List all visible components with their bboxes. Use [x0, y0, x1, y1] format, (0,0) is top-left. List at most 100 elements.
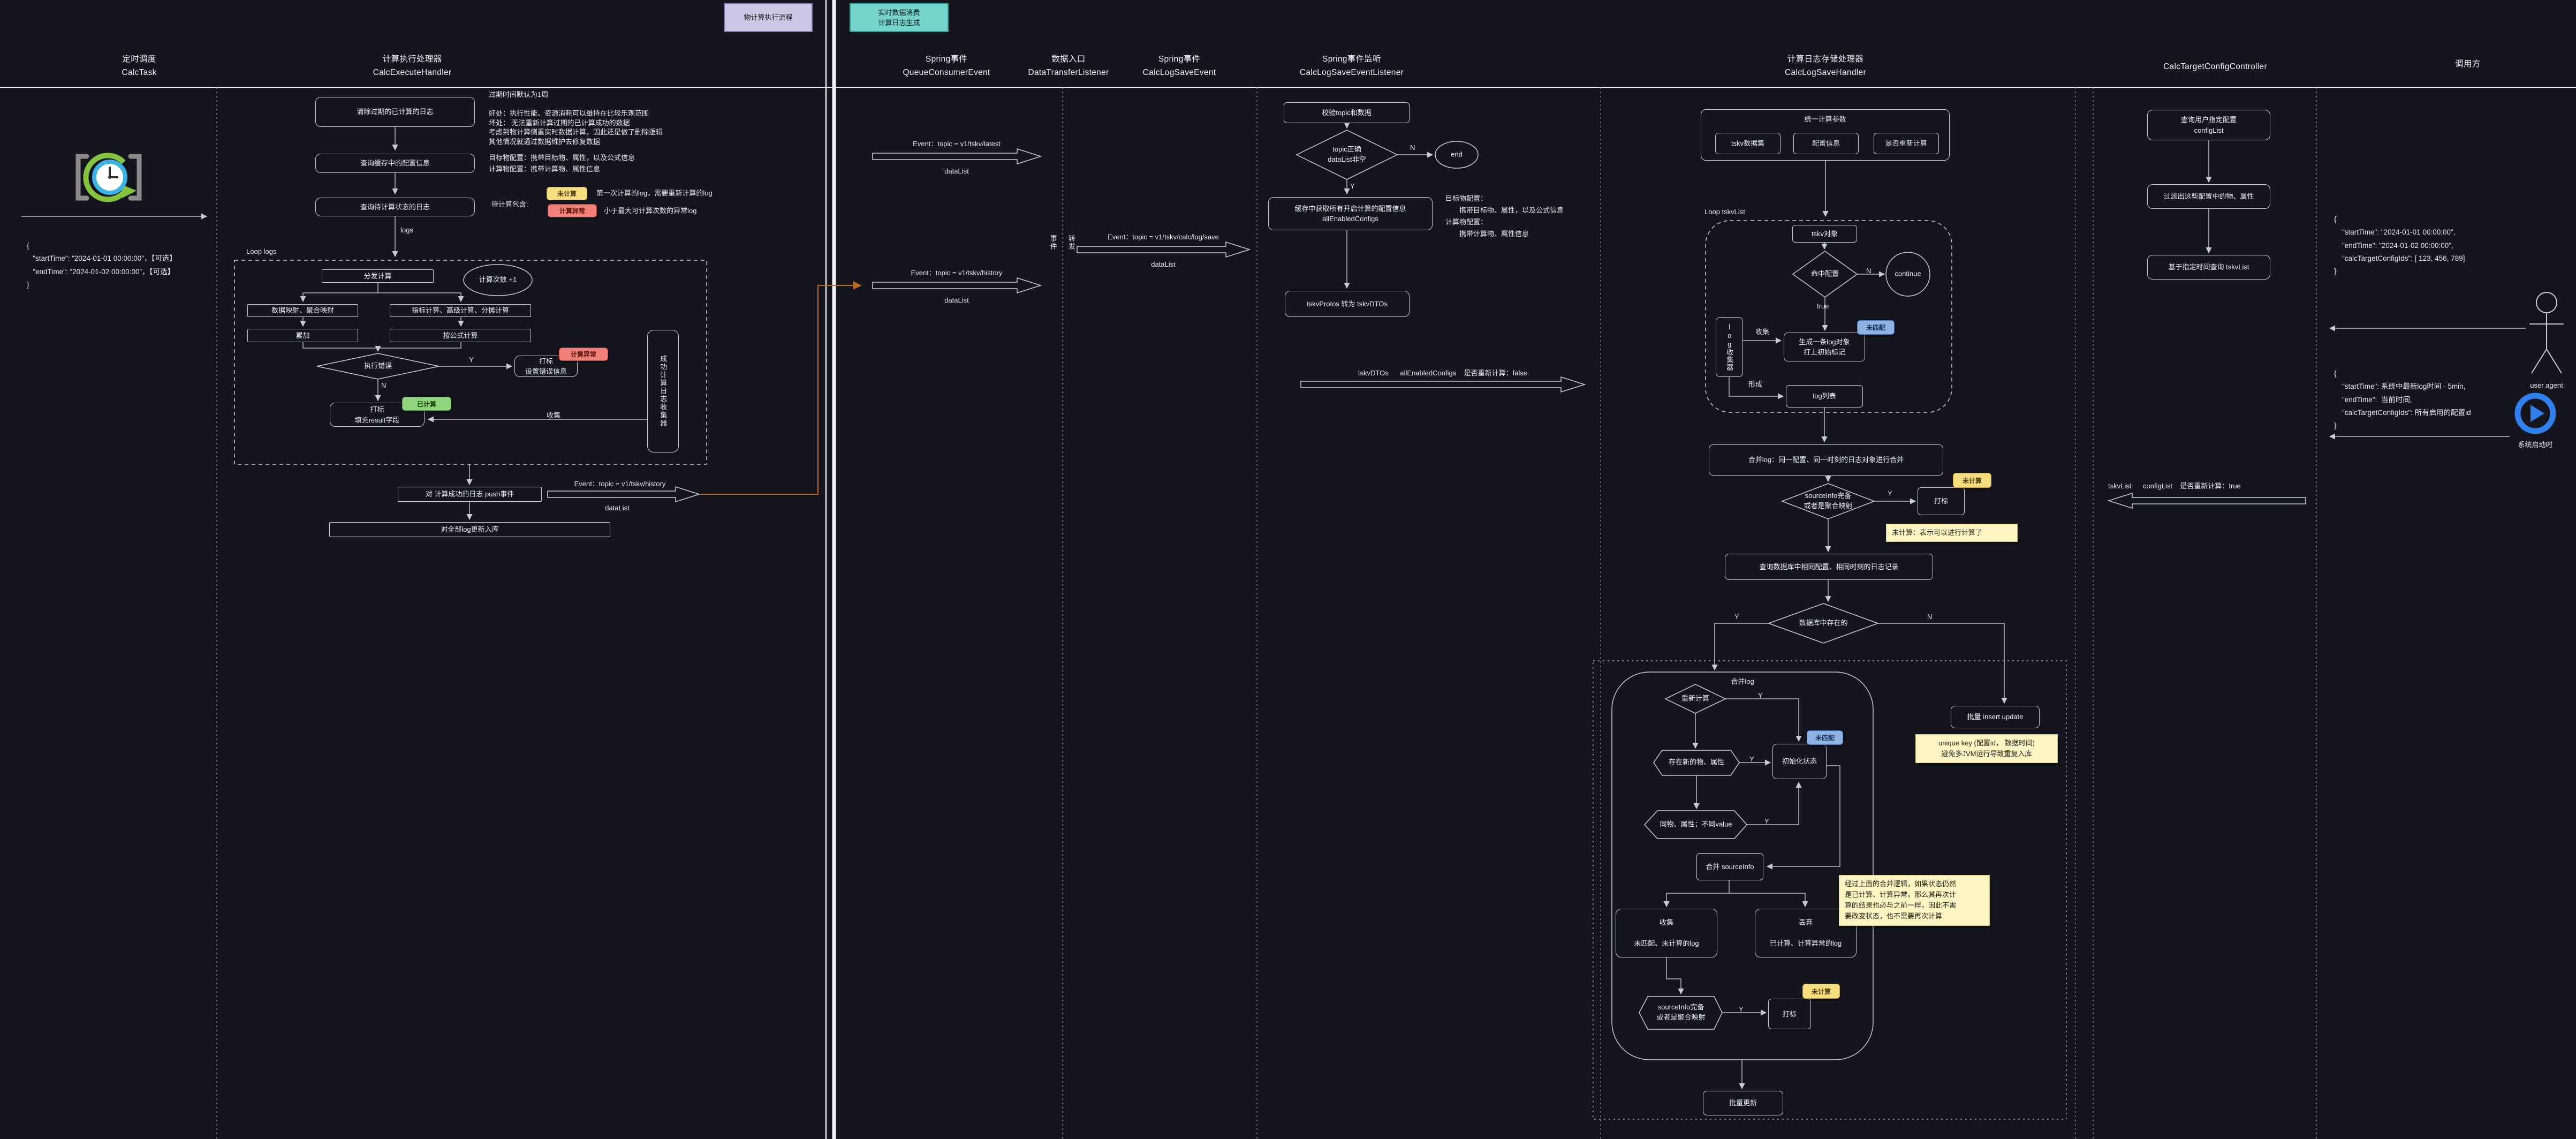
label-system-startup: 系统启动时 [2518, 439, 2552, 449]
node-batch-update: 批量更新 [1703, 1091, 1783, 1115]
note-expire-policy: 过期时间默认为1周 好处：执行性能、资源消耗可以维持在比较乐观范围 坏处： 无法… [489, 90, 663, 146]
node-filter-things: 过滤出这些配置中的物、属性 [2147, 184, 2270, 209]
label-y1: Y [469, 354, 474, 366]
badge-unmatched-2: 未匹配 [1807, 730, 1843, 745]
badge-calc-error-2: 计算异常 [559, 348, 608, 361]
node-query-user-configs: 查询用户指定配置 configList [2147, 110, 2270, 140]
node-init-state: 初始化状态 [1772, 744, 1827, 779]
node-param-recalc: 是否重新计算 [1874, 133, 1939, 154]
node-log-list: log列表 [1786, 385, 1863, 408]
participant-label-en: CalcTask [122, 68, 156, 78]
legend-realtime-line1: 实时数据消费 [878, 7, 920, 18]
label-loop-logs: Loop logs [246, 246, 276, 258]
batch-group-box [1593, 661, 2066, 1119]
label-end: end [1451, 150, 1463, 160]
history-event-arrow [873, 278, 1041, 293]
node-merge-sourceinfo: 合并 sourceInfo [1696, 853, 1763, 880]
log-collector-vertical-text: log收集器 [1724, 323, 1735, 371]
label-sourceinfo-complete: sourceInfo完备 或者是聚合映射 [1804, 491, 1852, 511]
label-hit-n: N [1866, 266, 1871, 277]
label-pending-includes: 待计算包含: [491, 199, 528, 210]
participant-label: 数据入口 [1051, 52, 1085, 64]
node-query-cached-config: 查询缓存中的配置信息 [315, 154, 475, 173]
label-save-datalist: dataList [1151, 260, 1176, 268]
label-listener-y: Y [1350, 181, 1355, 192]
label-calc-error-desc: 小于最大可计算次数的异常log [604, 206, 696, 217]
participant-label: Spring事件监听 [1322, 52, 1381, 64]
participant-label-en: CalcLogSaveHandler [1785, 68, 1866, 78]
badge-calc-error: 计算异常 [548, 204, 597, 217]
node-convert-protos: tskvProtos 转为 tskvDTOs [1285, 291, 1410, 317]
node-formula-calc: 按公式计算 [390, 329, 531, 342]
label-mergelog-container: 合并log [1731, 676, 1754, 686]
node-tskv-object: tskv对象 [1792, 225, 1857, 243]
controller-return-arrow [2109, 493, 2306, 508]
lifelines [217, 87, 2316, 1139]
note-unique-key: unique key (配置id， 数据时间) 避免多JVM运行导致重复入库 [1915, 734, 2058, 763]
legend-realtime: 实时数据消费 计算日志生成 [850, 3, 949, 32]
badge-uncalculated: 未计算 [547, 187, 587, 200]
node-indicator-calc: 指标计算、高级计算、分摊计算 [390, 304, 531, 317]
node-dispatch-calc: 分发计算 [322, 269, 434, 283]
collector-vertical-text: 成功计算日志收集器 [658, 355, 669, 427]
badge-uncalc-2: 未计算 [1802, 984, 1840, 999]
label-source-y: Y [1888, 488, 1892, 500]
label-exist-n: N [1927, 612, 1932, 623]
node-push-success-logs: 对 计算成功的日志 push事件 [398, 487, 542, 502]
caller-request-json-1: { "startTime": "2024-01-01 00:00:00", "e… [2334, 213, 2465, 278]
label-same-y: Y [1764, 816, 1769, 827]
caller-request-json-2: { "startTime": 系统中最新log时间 - 5min, "endTi… [2334, 367, 2471, 432]
participant-label: 计算日志存储处理器 [1787, 52, 1863, 64]
participant-calclogsaveevent: Spring事件CalcLogSaveEvent [1088, 45, 1270, 85]
participant-calclogsaveeventlistener: Spring事件监听CalcLogSaveEventListener [1261, 45, 1443, 85]
label-user-agent: user agent [2530, 381, 2563, 389]
node-merge-log: 合并log：同一配置、同一时刻的日志对象进行合并 [1709, 444, 1943, 476]
label-new-thing: 存在新的物、属性 [1669, 758, 1724, 768]
label-latest-event: Event：topic = v1/tskv/latest [913, 138, 1001, 148]
node-mark-2: 打标 [1768, 999, 1811, 1029]
label-topic-valid: topic正确 dataList非空 [1328, 145, 1366, 165]
label-recalc-y: Y [1758, 690, 1763, 701]
note-uncalc-meaning: 未计算：表示可以进行计算了 [1886, 524, 2018, 542]
participant-label-en: CalcTargetConfigController [2163, 62, 2267, 72]
label-source2-y: Y [1739, 1004, 1744, 1015]
participant-label: 计算执行处理器 [383, 52, 442, 64]
node-get-enabled-configs: 缓存中获取所有开启计算的配置信息 allEnabledConfigs [1268, 197, 1433, 230]
label-sourceinfo-complete-2: sourceInfo完备 或者是聚合映射 [1656, 1002, 1705, 1023]
badge-calculated: 已计算 [402, 397, 451, 411]
label-n1: N [381, 380, 386, 391]
label-history-event: Event：topic = v1/tskv/history [911, 267, 1003, 277]
node-clear-expired-logs: 清除过期的已计算的日志 [315, 97, 475, 127]
label-forward-col2: 转发 [1065, 235, 1077, 251]
label-exist-y: Y [1734, 612, 1739, 623]
label-save-event: Event：topic = v1/tskv/calc/log/save [1108, 231, 1219, 242]
note-merge-logic: 经过上面的合并逻辑，如果状态仍然 是已计算、计算异常，那么其再次计 算的结果也必… [1839, 875, 1990, 926]
participant-label: 调用方 [2455, 57, 2480, 69]
label-collect: 收集 [547, 410, 560, 421]
legend-flow: 物计算执行流程 [724, 3, 813, 32]
label-history-datalist: dataList [944, 296, 969, 304]
participant-label: Spring事件 [926, 52, 967, 64]
node-batch-insert-update: 批量 insert update [1951, 706, 2040, 728]
label-push-event-topic: Event：topic = v1/tskv/history [574, 478, 666, 488]
node-query-tskvlist-by-time: 基于指定时间查询 tskvList [2147, 255, 2270, 280]
listener-to-handler-arrow [1301, 377, 1585, 392]
node-collect-logs: 收集 未匹配、未计算的log [1616, 909, 1717, 957]
label-loop-tskvlist: Loop tskvList [1704, 207, 1745, 218]
participant-calctask: 定时调度CalcTask [48, 45, 230, 85]
label-collect-2: 收集 [1755, 327, 1769, 338]
label-recalc: 重新计算 [1681, 694, 1709, 704]
node-accumulate: 累加 [247, 329, 358, 342]
system-startup-play-icon [2518, 396, 2553, 431]
label-form: 形成 [1748, 379, 1762, 390]
label-true: true [1817, 301, 1829, 312]
orange-push-to-history-connector [700, 285, 861, 494]
participant-caller: 调用方 [2377, 45, 2559, 85]
label-push-datalist: dataList [605, 504, 630, 512]
note-listener-config: 目标物配置： 携带目标物、属性，以及公式信息 计算物配置： 携带计算物、属性信息 [1445, 193, 1564, 240]
node-log-collector: log收集器 [1716, 317, 1743, 377]
label-listener-arrow: tskvDTOs allEnabledConfigs 是否重新计算：false [1358, 367, 1527, 378]
label-forward-col1: 事件 [1047, 235, 1058, 251]
participant-label-en: CalcExecuteHandler [373, 68, 452, 78]
participant-label: Spring事件 [1158, 52, 1200, 64]
